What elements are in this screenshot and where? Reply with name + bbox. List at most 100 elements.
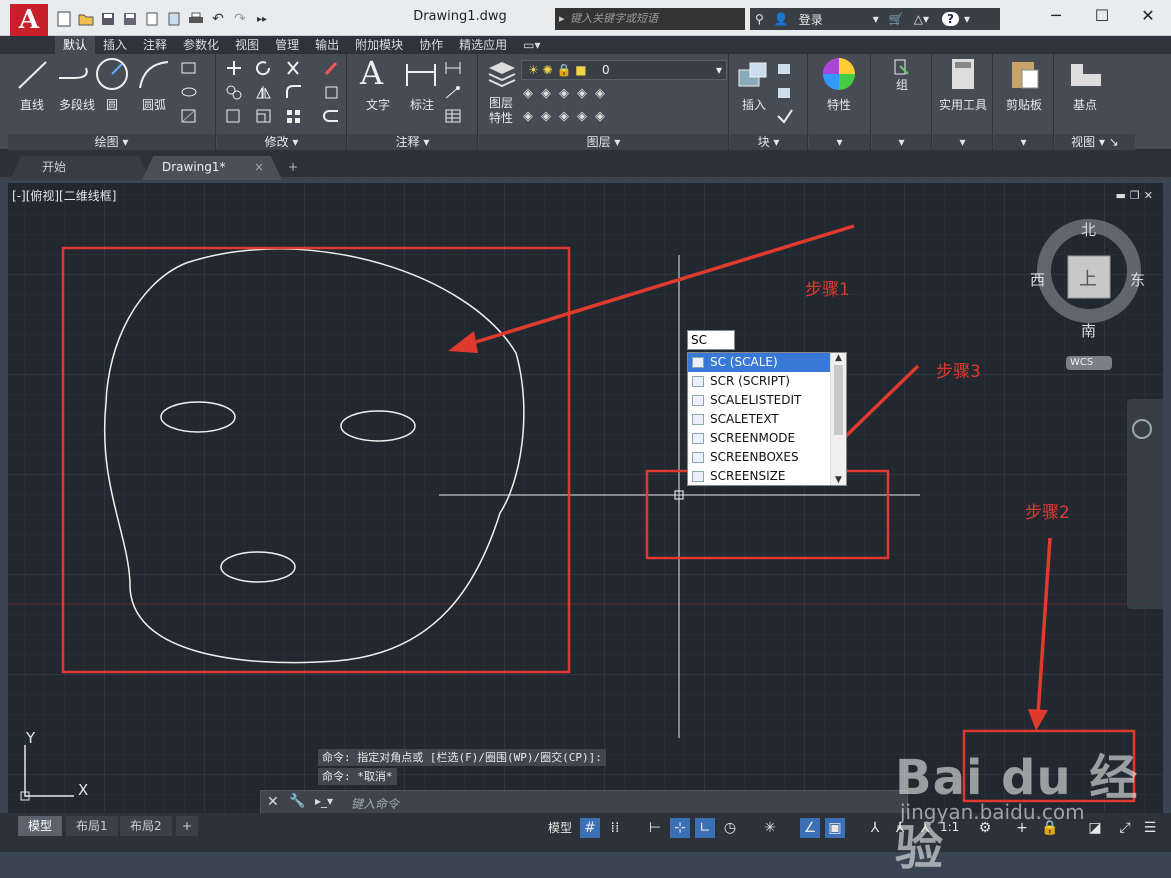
autocomplete-item[interactable]: SCALELISTEDIT [688, 391, 830, 410]
group-icon[interactable] [892, 58, 912, 78]
search-expand-icon[interactable]: ▸ [559, 8, 565, 30]
linear-dim-icon[interactable] [444, 60, 462, 76]
viewcube-east[interactable]: 东 [1130, 269, 1145, 290]
autocomplete-item[interactable]: SCREENBOXES [688, 448, 830, 467]
viewcube-west[interactable]: 西 [1030, 269, 1045, 290]
tab-output[interactable]: 输出 [307, 36, 347, 54]
autocomplete-item[interactable]: SCALETEXT [688, 410, 830, 429]
object-snap-icon[interactable]: ▣ [825, 818, 845, 838]
color-wheel-icon[interactable] [821, 56, 857, 92]
hatch-icon[interactable] [180, 108, 198, 124]
wcs-label[interactable]: WCS [1070, 357, 1093, 368]
draw-panel-title[interactable]: 绘图 ▾ [8, 134, 215, 150]
tab-start[interactable]: 开始 [10, 156, 150, 180]
insert-block-icon[interactable] [736, 60, 770, 90]
trim-icon[interactable] [285, 60, 303, 76]
isodraft-icon[interactable]: ✳ [760, 818, 780, 838]
help-dropdown-icon[interactable]: ▾ [959, 12, 975, 26]
polyline-label[interactable]: 多段线 [52, 96, 102, 113]
polar-icon[interactable]: ◷ [720, 818, 740, 838]
maximize-icon[interactable]: ☐ [1079, 0, 1125, 30]
model-space-button[interactable]: 模型 [548, 819, 572, 836]
object-snap-tracking-icon[interactable]: ∠ [800, 818, 820, 838]
viewport-controls[interactable]: ▬❐✕ [1116, 189, 1157, 202]
save-icon[interactable] [98, 10, 118, 28]
autocomplete-item[interactable]: SCREENMODE [688, 429, 830, 448]
line-icon[interactable] [16, 58, 50, 92]
scroll-thumb[interactable] [834, 365, 843, 435]
offset-icon[interactable] [323, 108, 341, 124]
clipboard-icon[interactable] [1010, 58, 1040, 90]
dynamic-input-icon[interactable]: ⊹ [670, 818, 690, 838]
tab-addins[interactable]: 附加模块 [347, 36, 411, 54]
search-input[interactable]: ▸ 键入关键字或短语 [555, 8, 745, 30]
add-layout-button[interactable]: + [176, 816, 199, 836]
leader-icon[interactable] [444, 84, 462, 100]
autodesk-360-icon[interactable]: △▾ [909, 12, 934, 26]
snap-icon[interactable]: ⁞⁞ [605, 818, 625, 838]
wrench-icon[interactable]: 🔧 [289, 794, 305, 809]
viewcube-top[interactable]: 上 [1079, 265, 1097, 291]
autocomplete-item[interactable]: SC (SCALE) [688, 353, 830, 372]
cart-icon[interactable]: 🛒 [884, 12, 909, 26]
viewcube-south[interactable]: 南 [1081, 320, 1096, 341]
stretch-icon[interactable] [225, 108, 243, 124]
command-input[interactable]: 键入命令 [351, 795, 399, 812]
table-icon[interactable] [444, 108, 462, 124]
layer-tools-row2[interactable]: ◈◈◈◈◈ [523, 109, 643, 129]
close-icon[interactable]: ✕ [267, 794, 279, 810]
drawing-canvas[interactable]: [-][俯视][二维线框] ▬❐✕ 北 南 东 西 上 WCS Y X 步骤1 … [8, 183, 1163, 813]
application-menu-button[interactable]: A [10, 4, 48, 38]
viewport-label[interactable]: [-][俯视][二维线框] [12, 187, 116, 204]
layer-tools-row1[interactable]: ◈◈◈◈◈ [523, 86, 643, 106]
ribbon-options-icon[interactable]: ▭▾ [515, 36, 548, 54]
annotation-panel-title[interactable]: 注释 ▾ [348, 134, 477, 150]
utilities-label[interactable]: 实用工具 [933, 96, 993, 113]
autocomplete-scrollbar[interactable]: ▲ ▼ [830, 353, 846, 485]
print-icon[interactable] [186, 10, 206, 28]
redo-icon[interactable]: ↷ [230, 10, 250, 28]
save-as-icon[interactable] [120, 10, 140, 28]
line-label[interactable]: 直线 [12, 96, 52, 113]
grid-icon[interactable]: # [580, 818, 600, 838]
layers-panel-title[interactable]: 图层 ▾ [479, 134, 728, 150]
copy-icon[interactable] [225, 84, 243, 100]
open-folder-icon[interactable] [76, 10, 96, 28]
circle-label[interactable]: 圆 [98, 96, 126, 113]
base-label[interactable]: 基点 [1059, 96, 1111, 113]
tab-view[interactable]: 视图 [227, 36, 267, 54]
scroll-down-icon[interactable]: ▼ [831, 475, 846, 485]
view-panel-title[interactable]: 视图 ▾ ↘ [1055, 134, 1135, 150]
layout-tab-model[interactable]: 模型 [18, 816, 63, 836]
layout-tab-1[interactable]: 布局1 [66, 816, 118, 836]
command-line[interactable]: ✕ 🔧 ▸_▾ 键入命令 [260, 790, 908, 814]
rotate-icon[interactable] [255, 60, 273, 76]
minimize-icon[interactable]: ─ [1033, 0, 1079, 30]
ortho-icon[interactable]: ∟ [695, 818, 715, 838]
dimension-label[interactable]: 标注 [402, 96, 442, 113]
ellipse-icon[interactable] [180, 84, 198, 100]
arc-label[interactable]: 圆弧 [136, 96, 172, 113]
tab-manage[interactable]: 管理 [267, 36, 307, 54]
layer-properties-icon[interactable] [485, 58, 519, 88]
binoculars-icon[interactable]: ⚲ [750, 12, 769, 26]
mirror-icon[interactable] [255, 84, 273, 100]
tab-default[interactable]: 默认 [55, 36, 96, 54]
fillet-icon[interactable] [285, 84, 303, 100]
arc-icon[interactable] [136, 58, 172, 92]
login-dropdown-icon[interactable]: ▾ [868, 12, 884, 26]
autocomplete-item[interactable]: SCREENSIZE [688, 467, 830, 486]
calculator-icon[interactable] [949, 58, 977, 90]
dimension-icon[interactable] [404, 60, 438, 90]
utilities-expand[interactable]: ▾ [933, 134, 992, 150]
layer-properties-label[interactable]: 图层 特性 [481, 96, 521, 126]
autocomplete-item[interactable]: SCR (SCRIPT) [688, 372, 830, 391]
scale-icon[interactable] [255, 108, 273, 124]
undo-icon[interactable]: ↶ [208, 10, 228, 28]
rectangle-icon[interactable] [180, 60, 198, 76]
array-icon[interactable] [285, 108, 303, 124]
login-button[interactable]: 登录 [794, 11, 828, 28]
tab-featured-apps[interactable]: 精选应用 [451, 36, 515, 54]
scroll-up-icon[interactable]: ▲ [831, 353, 846, 363]
more-icon[interactable]: ▸▸ [252, 10, 272, 28]
